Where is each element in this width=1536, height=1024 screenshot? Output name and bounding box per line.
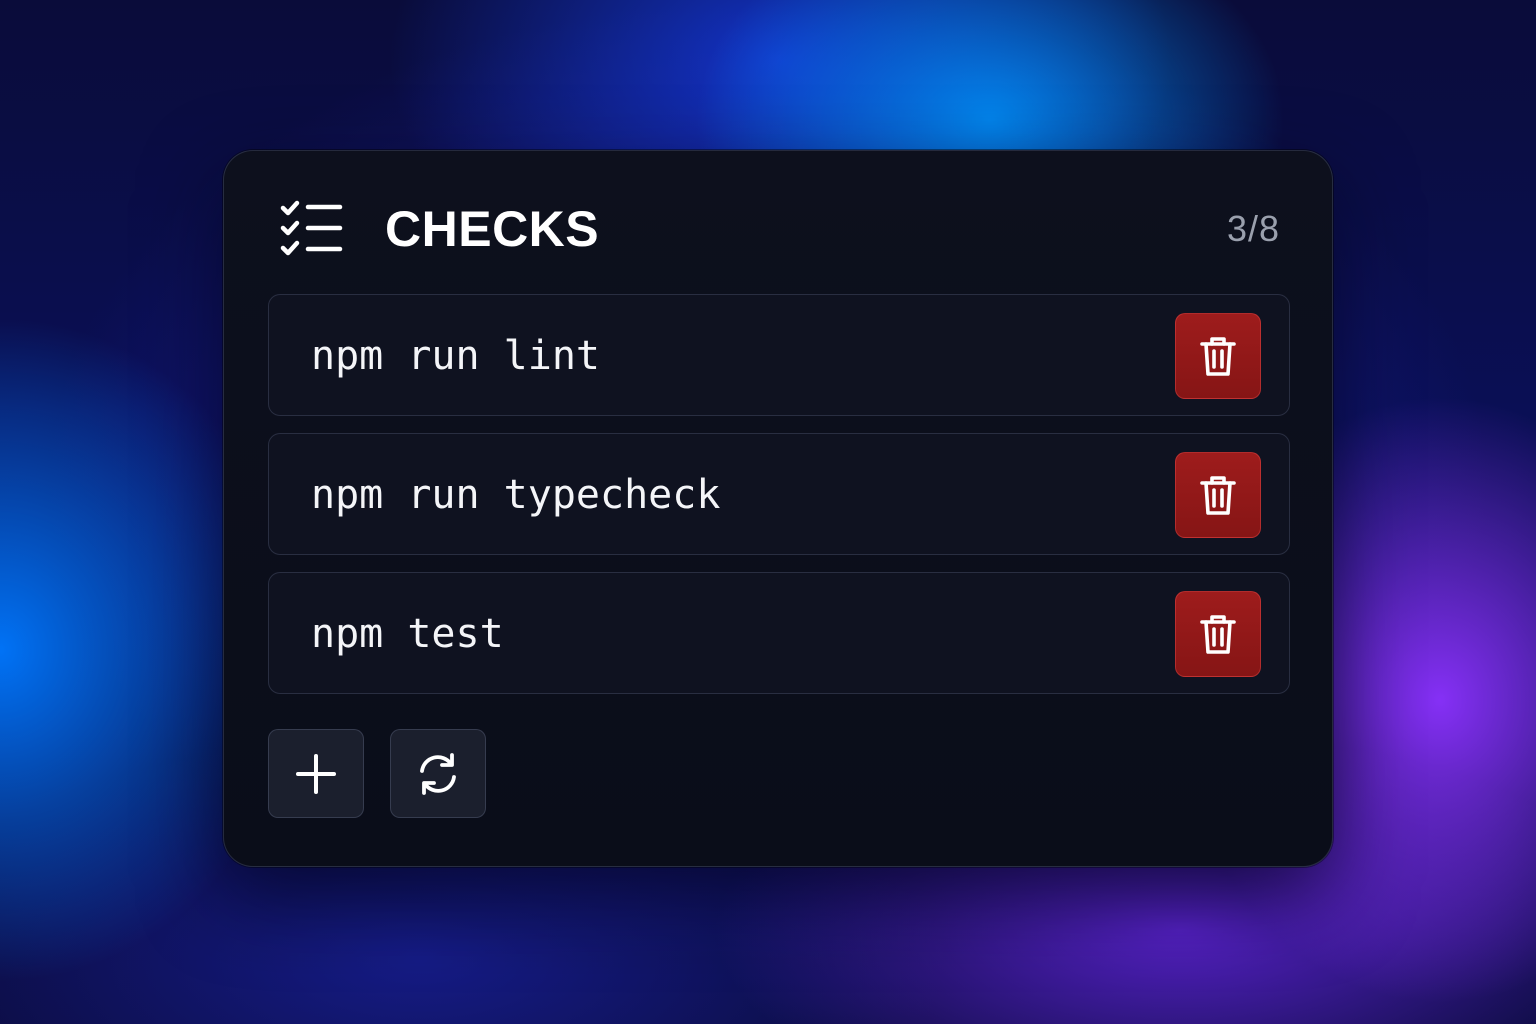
check-row: npm run typecheck	[268, 433, 1290, 555]
delete-check-button[interactable]	[1175, 591, 1261, 677]
panel-toolbar	[268, 729, 512, 818]
checks-list: npm run lint npm run typecheck npm test	[268, 294, 1290, 711]
panel-title: CHECKS	[385, 201, 600, 257]
trash-icon	[1200, 615, 1236, 654]
plus-icon	[296, 753, 336, 794]
checklist-icon	[280, 200, 343, 256]
add-check-button[interactable]	[268, 729, 364, 818]
refresh-button[interactable]	[390, 729, 486, 818]
check-row: npm test	[268, 572, 1290, 694]
trash-icon	[1200, 337, 1236, 376]
check-row: npm run lint	[268, 294, 1290, 416]
check-command: npm run typecheck	[311, 472, 721, 518]
check-command: npm test	[311, 611, 504, 657]
delete-check-button[interactable]	[1175, 452, 1261, 538]
check-command: npm run lint	[311, 333, 600, 379]
panel-header: CHECKS 3/8	[280, 197, 1280, 261]
checks-panel: CHECKS 3/8 npm run lint npm run typechec…	[223, 150, 1333, 867]
refresh-icon	[420, 752, 456, 795]
trash-icon	[1200, 476, 1236, 515]
checks-counter: 3/8	[1226, 208, 1280, 249]
delete-check-button[interactable]	[1175, 313, 1261, 399]
